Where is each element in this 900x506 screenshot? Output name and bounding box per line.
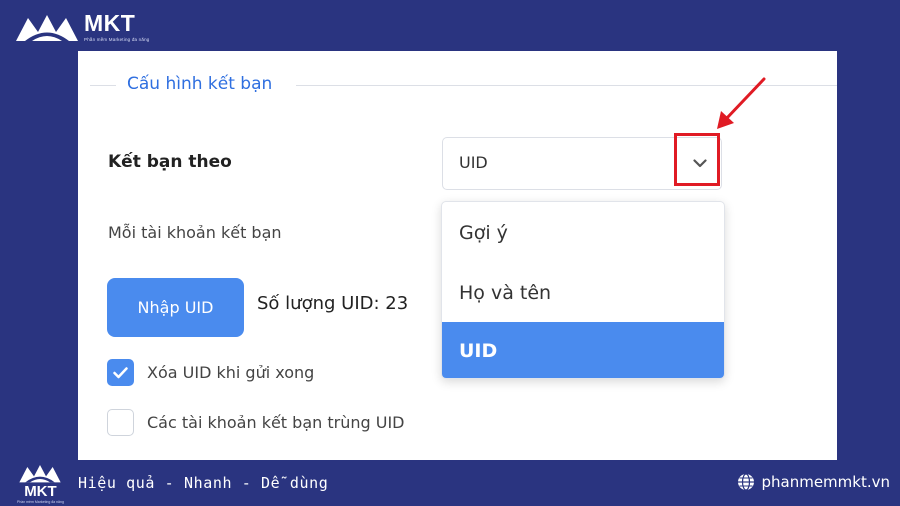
mkt-logo-icon — [19, 465, 62, 483]
dropdown-option-uid[interactable]: UID — [442, 322, 724, 378]
mkt-logo-icon — [16, 15, 78, 41]
mkt-footer-logo: MKT Phần mềm Marketing đa năng — [17, 463, 64, 504]
footer-website[interactable]: phanmemmkt.vn — [737, 473, 890, 491]
uid-count: Số lượng UID: 23 — [257, 293, 409, 314]
duplicate-uid-accounts-option[interactable]: Các tài khoản kết bạn trùng UID — [107, 409, 404, 436]
footer-brand-name: MKT — [24, 483, 57, 500]
delete-uid-after-send-option[interactable]: Xóa UID khi gửi xong — [107, 359, 314, 386]
import-uid-button[interactable]: Nhập UID — [107, 278, 244, 337]
checkbox-label: Các tài khoản kết bạn trùng UID — [147, 413, 405, 432]
red-arrow-icon — [717, 77, 766, 129]
dropdown-option-suggestion[interactable]: Gợi ý — [442, 202, 724, 264]
checkmark-icon — [113, 366, 128, 378]
footer-slogan: Hiệu quả - Nhanh - Dễ dùng — [78, 474, 329, 492]
footer-brand-tagline: Phần mềm Marketing đa năng — [17, 500, 64, 504]
brand-name: MKT — [84, 10, 136, 36]
fieldset-divider — [90, 85, 116, 86]
duplicate-uid-checkbox[interactable] — [107, 409, 134, 436]
friend-by-selected-value: UID — [459, 153, 488, 172]
per-account-label: Mỗi tài khoản kết bạn — [108, 223, 282, 242]
website-url[interactable]: phanmemmkt.vn — [761, 473, 890, 491]
dropdown-option-full-name[interactable]: Họ và tên — [442, 264, 724, 322]
globe-icon — [738, 473, 755, 491]
mkt-logo: MKT Phần mềm Marketing đa năng — [14, 12, 149, 43]
section-title: Cấu hình kết bạn — [127, 74, 273, 94]
friend-by-label: Kết bạn theo — [108, 152, 232, 172]
checkbox-label: Xóa UID khi gửi xong — [147, 363, 315, 382]
friend-by-dropdown-menu: Gợi ý Họ và tên UID — [441, 201, 725, 379]
brand-tagline: Phần mềm Marketing đa năng — [84, 37, 150, 42]
delete-uid-checkbox[interactable] — [107, 359, 134, 386]
